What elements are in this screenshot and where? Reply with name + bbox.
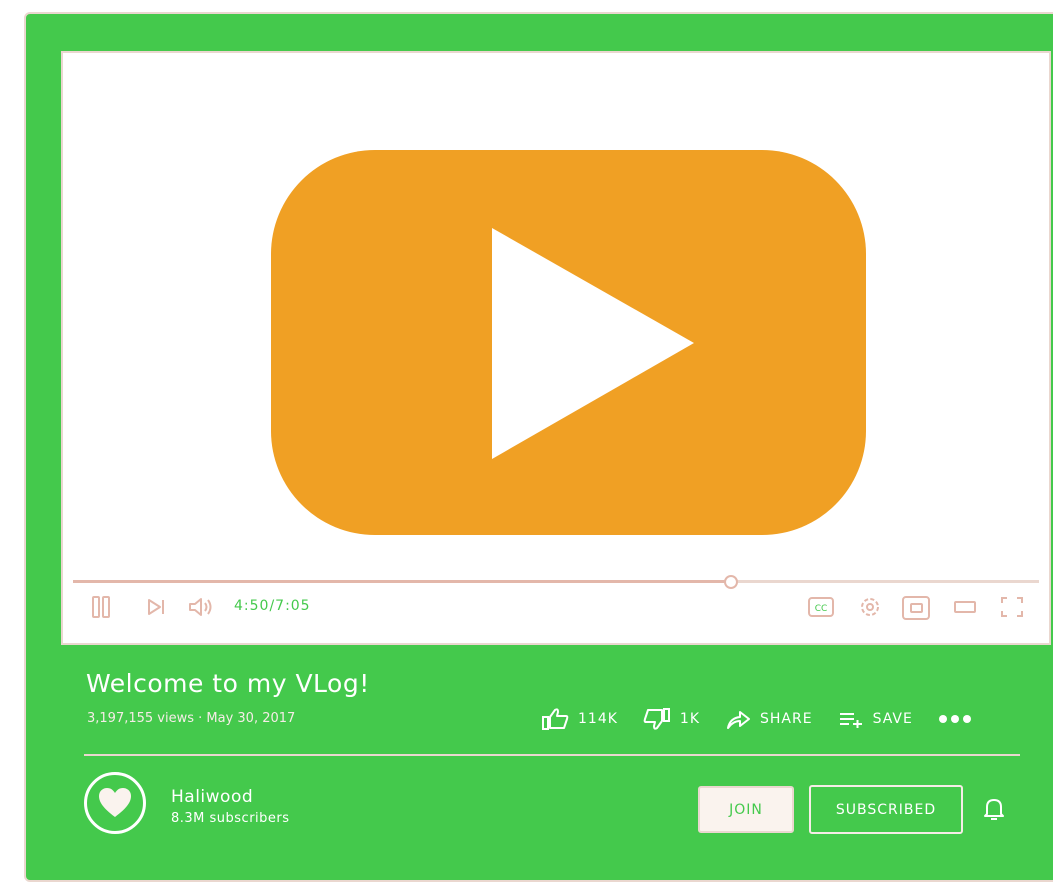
volume-icon — [189, 598, 212, 616]
fullscreen-button[interactable] — [999, 595, 1025, 619]
channel-avatar[interactable] — [84, 772, 146, 834]
dislike-button[interactable]: 1K — [642, 707, 700, 731]
dislike-count: 1K — [679, 711, 700, 727]
time-display: 4:50/7:05 — [234, 598, 311, 614]
thumbs-up-icon — [542, 708, 569, 730]
save-icon — [839, 713, 862, 728]
like-button[interactable]: 114K — [540, 707, 618, 731]
video-player[interactable]: 4:50/7:05 CC — [61, 51, 1051, 645]
divider — [84, 754, 1020, 756]
progress-bar[interactable] — [73, 575, 1039, 589]
progress-fill — [73, 580, 730, 583]
theater-mode-button[interactable] — [953, 595, 977, 619]
settings-icon — [861, 598, 879, 616]
fullscreen-icon — [1001, 597, 1023, 617]
video-title: Welcome to my VLog! — [86, 669, 370, 698]
svg-text:CC: CC — [815, 604, 828, 614]
miniplayer-icon — [902, 596, 930, 620]
like-count: 114K — [578, 711, 618, 727]
miniplayer-button[interactable] — [901, 595, 931, 621]
bell-icon — [984, 799, 1004, 820]
notification-bell-button[interactable] — [982, 796, 1006, 826]
channel-name[interactable]: Haliwood — [171, 787, 253, 807]
video-meta: 3,197,155 views · May 30, 2017 — [87, 711, 296, 726]
play-icon — [492, 228, 694, 459]
more-icon — [938, 715, 971, 723]
captions-icon: CC — [808, 597, 834, 617]
thumbs-down-icon — [643, 708, 670, 730]
heart-icon — [99, 788, 131, 817]
progress-handle[interactable] — [723, 575, 738, 589]
join-button[interactable]: JOIN — [698, 786, 794, 833]
share-button[interactable]: SHARE — [724, 707, 813, 731]
settings-button[interactable] — [858, 595, 882, 619]
pause-button[interactable] — [91, 595, 113, 619]
share-icon — [727, 711, 750, 729]
captions-button[interactable]: CC — [807, 595, 835, 619]
more-button[interactable] — [937, 713, 981, 725]
save-button[interactable]: SAVE — [837, 707, 913, 731]
theater-icon — [954, 601, 976, 613]
video-actions: 114K 1K SHARE SAVE — [540, 706, 981, 732]
subscribed-button[interactable]: SUBSCRIBED — [809, 785, 963, 834]
next-button[interactable] — [145, 595, 167, 619]
save-label: SAVE — [872, 711, 913, 727]
pause-icon — [92, 596, 110, 618]
subscriber-count: 8.3M subscribers — [171, 811, 290, 826]
share-label: SHARE — [760, 711, 813, 727]
next-icon — [148, 599, 164, 615]
play-logo[interactable] — [271, 150, 866, 535]
volume-button[interactable] — [187, 595, 217, 619]
